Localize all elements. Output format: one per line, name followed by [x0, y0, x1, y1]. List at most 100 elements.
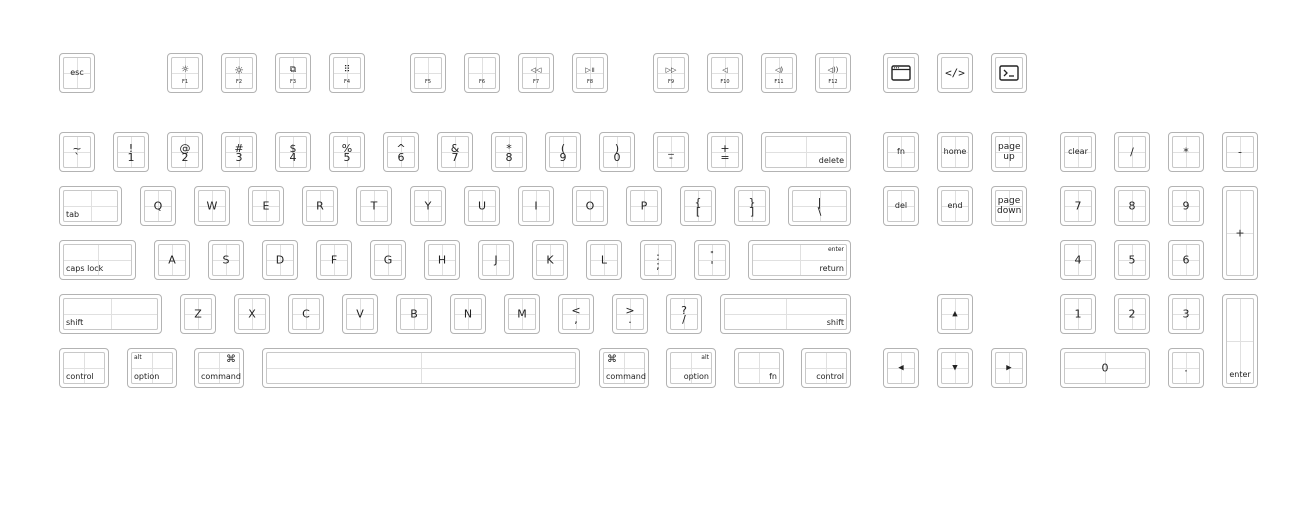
key-num-3[interactable]: 3	[1168, 294, 1204, 334]
key-x[interactable]: X	[234, 294, 270, 334]
key-num-divide[interactable]: /	[1114, 132, 1150, 172]
key-5[interactable]: % 5	[329, 132, 365, 172]
key-end[interactable]: end	[937, 186, 973, 226]
key-backtick[interactable]: ~ `	[59, 132, 95, 172]
key-num-7[interactable]: 7	[1060, 186, 1096, 226]
key-num-decimal[interactable]: .	[1168, 348, 1204, 388]
key-space[interactable]	[262, 348, 580, 388]
key-z[interactable]: Z	[180, 294, 216, 334]
key-fn[interactable]: fn	[883, 132, 919, 172]
key-del[interactable]: del	[883, 186, 919, 226]
key-f6[interactable]: F6	[464, 53, 500, 93]
key-num-4[interactable]: 4	[1060, 240, 1096, 280]
key-f1[interactable]: ☼ F1	[167, 53, 203, 93]
key-num-5[interactable]: 5	[1114, 240, 1150, 280]
key-f10[interactable]: ◁ F10	[707, 53, 743, 93]
key-terminal[interactable]	[991, 53, 1027, 93]
key-4[interactable]: $ 4	[275, 132, 311, 172]
key-m[interactable]: M	[504, 294, 540, 334]
key-f12[interactable]: ◁)) F12	[815, 53, 851, 93]
key-1[interactable]: ! 1	[113, 132, 149, 172]
key-f4[interactable]: ⠿ F4	[329, 53, 365, 93]
key-num-2[interactable]: 2	[1114, 294, 1150, 334]
key-control-left[interactable]: control	[59, 348, 109, 388]
key-7[interactable]: & 7	[437, 132, 473, 172]
key-j[interactable]: J	[478, 240, 514, 280]
key-quote[interactable]: " '	[694, 240, 730, 280]
key-arrow-left[interactable]: ◀	[883, 348, 919, 388]
key-period[interactable]: > .	[612, 294, 648, 334]
key-v[interactable]: V	[342, 294, 378, 334]
key-caps-lock[interactable]: caps lock	[59, 240, 136, 280]
key-c[interactable]: C	[288, 294, 324, 334]
key-2[interactable]: @ 2	[167, 132, 203, 172]
key-window[interactable]	[883, 53, 919, 93]
key-control-right[interactable]: control	[801, 348, 851, 388]
key-9[interactable]: ( 9	[545, 132, 581, 172]
key-p[interactable]: P	[626, 186, 662, 226]
key-u[interactable]: U	[464, 186, 500, 226]
key-delete[interactable]: delete	[761, 132, 851, 172]
key-o[interactable]: O	[572, 186, 608, 226]
key-f9[interactable]: ▷▷ F9	[653, 53, 689, 93]
key-d[interactable]: D	[262, 240, 298, 280]
key-num-9[interactable]: 9	[1168, 186, 1204, 226]
key-shift-right[interactable]: shift	[720, 294, 851, 334]
key-shift-left[interactable]: shift	[59, 294, 162, 334]
key-0[interactable]: ) 0	[599, 132, 635, 172]
key-num-clear[interactable]: clear	[1060, 132, 1096, 172]
key-g[interactable]: G	[370, 240, 406, 280]
key-arrow-right[interactable]: ▶	[991, 348, 1027, 388]
key-page-down[interactable]: page down	[991, 186, 1027, 226]
key-w[interactable]: W	[194, 186, 230, 226]
key-arrow-down[interactable]: ▼	[937, 348, 973, 388]
key-n[interactable]: N	[450, 294, 486, 334]
key-8[interactable]: * 8	[491, 132, 527, 172]
key-t[interactable]: T	[356, 186, 392, 226]
key-y[interactable]: Y	[410, 186, 446, 226]
key-arrow-up[interactable]: ▲	[937, 294, 973, 334]
key-f8[interactable]: ▷॥ F8	[572, 53, 608, 93]
key-command-left[interactable]: ⌘ command	[194, 348, 244, 388]
key-esc[interactable]: esc	[59, 53, 95, 93]
key-return[interactable]: enter return	[748, 240, 851, 280]
key-f5[interactable]: F5	[410, 53, 446, 93]
key-f3[interactable]: ⧉ F3	[275, 53, 311, 93]
key-command-right[interactable]: ⌘ command	[599, 348, 649, 388]
key-e[interactable]: E	[248, 186, 284, 226]
key-option-left[interactable]: alt option	[127, 348, 177, 388]
key-num-minus[interactable]: -	[1222, 132, 1258, 172]
key-num-multiply[interactable]: *	[1168, 132, 1204, 172]
key-tab[interactable]: tab	[59, 186, 122, 226]
key-num-0[interactable]: 0	[1060, 348, 1150, 388]
key-comma[interactable]: < ,	[558, 294, 594, 334]
key-h[interactable]: H	[424, 240, 460, 280]
key-q[interactable]: Q	[140, 186, 176, 226]
key-equal[interactable]: + =	[707, 132, 743, 172]
key-f7[interactable]: ◁◁ F7	[518, 53, 554, 93]
key-r[interactable]: R	[302, 186, 338, 226]
key-f11[interactable]: ◁) F11	[761, 53, 797, 93]
key-slash[interactable]: ? /	[666, 294, 702, 334]
key-semicolon[interactable]: : ;	[640, 240, 676, 280]
key-k[interactable]: K	[532, 240, 568, 280]
key-minus[interactable]: _ -	[653, 132, 689, 172]
key-backslash[interactable]: | \	[788, 186, 851, 226]
key-num-plus[interactable]: +	[1222, 186, 1258, 280]
key-i[interactable]: I	[518, 186, 554, 226]
key-left-bracket[interactable]: { [	[680, 186, 716, 226]
key-num-6[interactable]: 6	[1168, 240, 1204, 280]
key-num-1[interactable]: 1	[1060, 294, 1096, 334]
key-l[interactable]: L	[586, 240, 622, 280]
key-6[interactable]: ^ 6	[383, 132, 419, 172]
key-fn-bottom[interactable]: fn	[734, 348, 784, 388]
key-f2[interactable]: ☼ F2	[221, 53, 257, 93]
key-b[interactable]: B	[396, 294, 432, 334]
key-code[interactable]: </>	[937, 53, 973, 93]
key-right-bracket[interactable]: } ]	[734, 186, 770, 226]
key-a[interactable]: A	[154, 240, 190, 280]
key-page-up[interactable]: page up	[991, 132, 1027, 172]
key-option-right[interactable]: alt option	[666, 348, 716, 388]
key-home[interactable]: home	[937, 132, 973, 172]
key-s[interactable]: S	[208, 240, 244, 280]
